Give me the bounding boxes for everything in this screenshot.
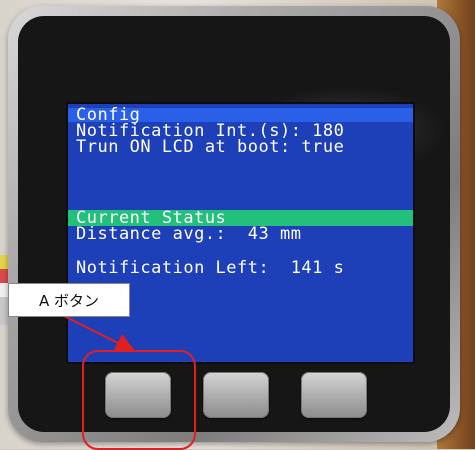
lcd-boot-text: Trun ON LCD at boot: true (76, 137, 345, 157)
callout-label: A ボタン (8, 283, 130, 317)
notification-left-text: Notification Left: 141 s (76, 258, 345, 278)
photo-background: Config Notification Int.(s): 180 Trun ON… (0, 0, 475, 450)
m5stack-device: Config Notification Int.(s): 180 Trun ON… (8, 6, 460, 442)
button-c[interactable] (301, 372, 367, 418)
button-b[interactable] (203, 372, 269, 418)
callout-label-text: A ボタン (38, 291, 100, 310)
button-a-highlight (82, 350, 196, 450)
distance-text: Distance avg.: 43 mm (76, 224, 302, 244)
lcd-screen: Config Notification Int.(s): 180 Trun ON… (66, 102, 415, 364)
